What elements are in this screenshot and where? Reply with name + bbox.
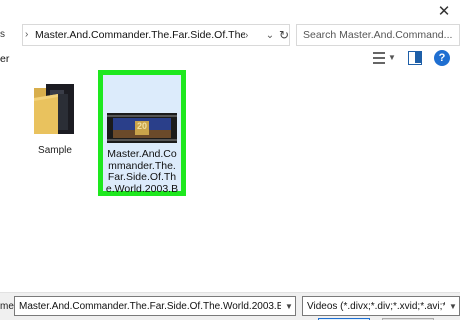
toolbar: er ▼ ? bbox=[0, 48, 460, 70]
address-path[interactable]: Master.And.Commander.The.Far.Side.Of.The… bbox=[35, 28, 245, 43]
search-input[interactable]: Search Master.And.Command... bbox=[296, 24, 460, 46]
close-icon[interactable]: ✕ bbox=[436, 3, 452, 20]
search-placeholder: Search Master.And.Command... bbox=[303, 29, 453, 41]
footer: me: Master.And.Commander.The.Far.Side.Of… bbox=[0, 292, 460, 320]
refresh-icon[interactable]: ↻ bbox=[277, 27, 291, 43]
address-row: s › Master.And.Commander.The.Far.Side.Of… bbox=[0, 22, 460, 48]
nav-fragment: s bbox=[0, 29, 5, 40]
file-list: Sample 20 Master.And.Commander.The.Far.S… bbox=[0, 70, 460, 292]
help-button[interactable]: ? bbox=[434, 50, 450, 66]
chevron-down-icon[interactable]: ▼ bbox=[447, 300, 459, 313]
selected-file-item[interactable]: 20 Master.And.Commander.The.Far.Side.Of.… bbox=[98, 70, 186, 196]
thumb-text: 20 bbox=[137, 121, 147, 131]
chevron-right-icon[interactable]: › bbox=[245, 28, 255, 43]
chevron-right-icon: › bbox=[25, 29, 29, 40]
filetype-select[interactable]: Videos (*.divx;*.div;*.xvid;*.avi;*. ▼ bbox=[302, 296, 460, 316]
filename-field[interactable]: Master.And.Commander.The.Far.Side.Of.The… bbox=[14, 296, 296, 316]
folder-item[interactable]: Sample bbox=[22, 80, 88, 160]
view-options-icon[interactable] bbox=[372, 51, 386, 65]
title-bar: ✕ bbox=[0, 0, 460, 22]
filename-value[interactable]: Master.And.Commander.The.Far.Side.Of.The… bbox=[19, 300, 281, 313]
chevron-down-icon[interactable]: ▼ bbox=[283, 300, 295, 313]
toolbar-fragment[interactable]: er bbox=[0, 52, 14, 66]
filetype-value: Videos (*.divx;*.div;*.xvid;*.avi;*. bbox=[307, 301, 445, 312]
address-bar[interactable]: › Master.And.Commander.The.Far.Side.Of.T… bbox=[22, 24, 290, 46]
chevron-down-icon[interactable]: ▼ bbox=[388, 52, 398, 64]
video-thumbnail-icon: 20 bbox=[107, 113, 177, 143]
preview-pane-icon[interactable] bbox=[408, 51, 422, 65]
folder-label: Sample bbox=[38, 145, 72, 156]
chevron-down-icon[interactable]: ⌄ bbox=[263, 28, 277, 43]
selected-file-label: Master.And.Commander.The.Far.Side.Of.The… bbox=[105, 149, 179, 195]
folder-icon bbox=[34, 84, 74, 134]
